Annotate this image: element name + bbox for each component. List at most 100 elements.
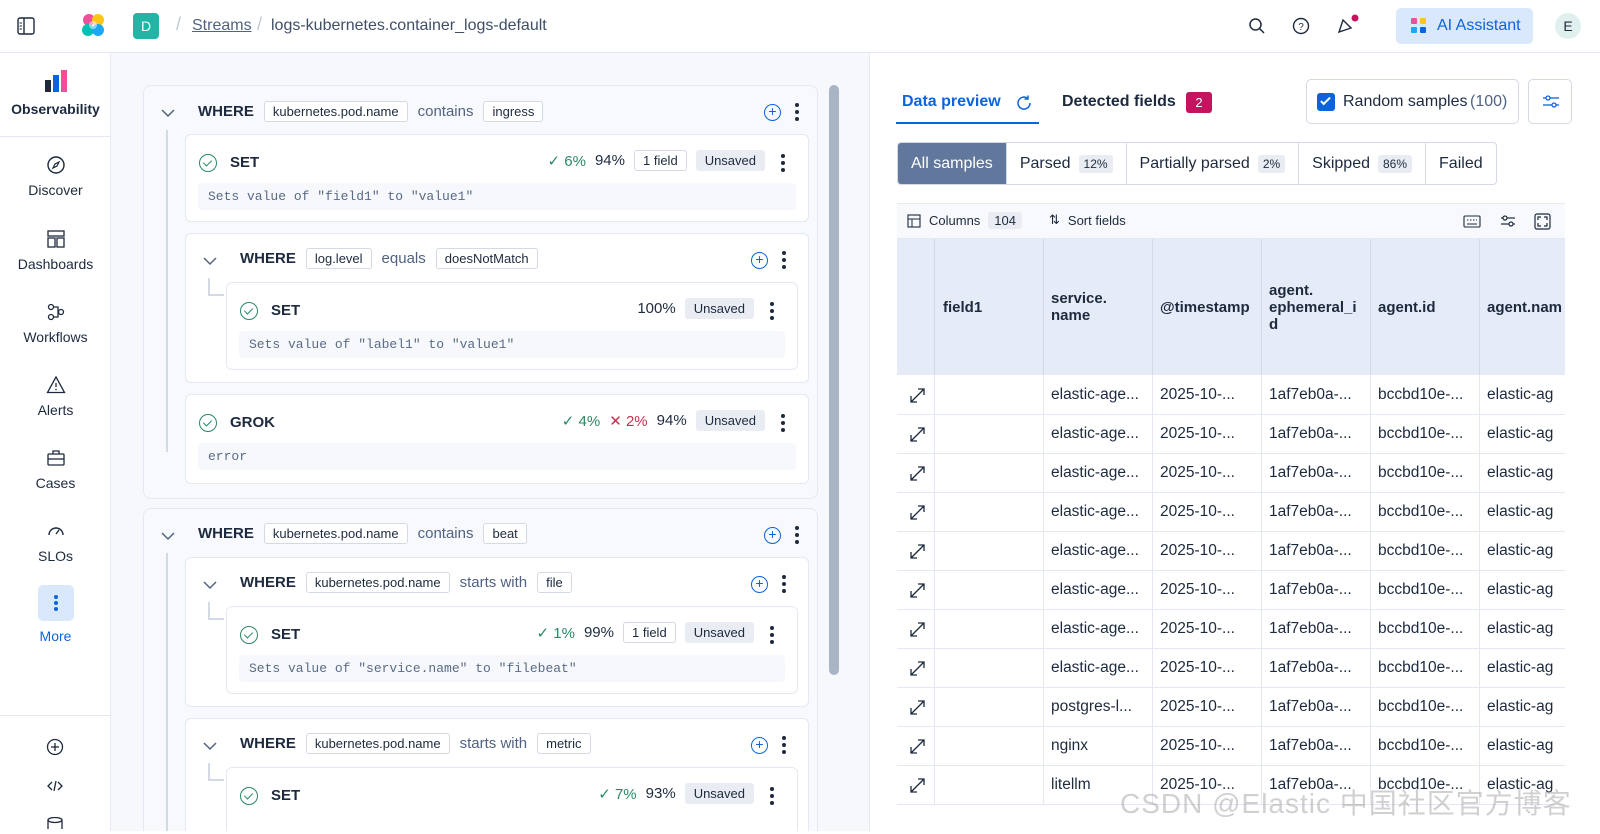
add-processor-icon[interactable]: + xyxy=(751,576,768,593)
column-header[interactable]: agent.nam xyxy=(1480,239,1570,375)
table-row[interactable]: elastic-age... 2025-10-... 1af7eb0a-... bcc… xyxy=(897,570,1565,610)
add-circle-icon[interactable] xyxy=(46,738,64,756)
table-cell[interactable]: elastic-ag xyxy=(1480,687,1570,727)
settings-sliders-icon[interactable] xyxy=(1528,79,1572,124)
add-processor-icon[interactable]: + xyxy=(751,737,768,754)
tab-data-preview[interactable]: Data preview xyxy=(896,81,1039,124)
help-icon[interactable]: ? xyxy=(1292,17,1310,35)
table-row[interactable]: elastic-age... 2025-10-... 1af7eb0a-... bcc… xyxy=(897,648,1565,688)
condition-field[interactable]: kubernetes.pod.name xyxy=(305,733,450,754)
more-actions-icon[interactable] xyxy=(770,787,774,808)
table-cell[interactable] xyxy=(935,609,1044,649)
condition-value[interactable]: metric xyxy=(537,733,591,754)
columns-button[interactable]: Columns 104 xyxy=(907,212,1022,229)
table-cell[interactable]: elastic-age... xyxy=(1044,375,1153,415)
column-header[interactable]: @timestamp xyxy=(1153,239,1262,375)
news-feed-icon[interactable] xyxy=(1336,14,1360,36)
checkbox-checked-icon[interactable] xyxy=(1317,93,1335,111)
more-actions-icon[interactable] xyxy=(795,103,799,124)
column-header[interactable]: service. name xyxy=(1044,239,1153,375)
table-cell[interactable]: 2025-10-... xyxy=(1153,726,1262,766)
sort-fields-button[interactable]: ⇅ Sort fields xyxy=(1049,212,1126,228)
table-cell[interactable]: 1af7eb0a-... xyxy=(1262,726,1371,766)
table-cell[interactable] xyxy=(935,687,1044,727)
filter-all-samples[interactable]: All samples xyxy=(898,143,1007,184)
expand-icon[interactable] xyxy=(909,738,926,755)
table-cell[interactable]: elastic-age... xyxy=(1044,492,1153,532)
table-cell[interactable]: bccbd10e-... xyxy=(1371,453,1480,493)
table-cell[interactable] xyxy=(935,492,1044,532)
table-cell[interactable]: elastic-ag xyxy=(1480,453,1570,493)
table-cell[interactable]: elastic-ag xyxy=(1480,375,1570,415)
table-cell[interactable]: elastic-ag xyxy=(1480,648,1570,688)
table-cell[interactable]: bccbd10e-... xyxy=(1371,531,1480,571)
column-header[interactable]: field1 xyxy=(935,239,1044,375)
table-cell[interactable]: 1af7eb0a-... xyxy=(1262,609,1371,649)
expand-icon[interactable] xyxy=(909,387,926,404)
table-cell[interactable]: elastic-age... xyxy=(1044,531,1153,571)
table-cell[interactable]: 2025-10-... xyxy=(1153,375,1262,415)
table-cell[interactable]: bccbd10e-... xyxy=(1371,687,1480,727)
table-cell[interactable]: 2025-10-... xyxy=(1153,492,1262,532)
expand-icon[interactable] xyxy=(909,699,926,716)
filter-partially-parsed[interactable]: Partially parsed 2% xyxy=(1127,143,1300,184)
processor-card[interactable]: SET ✓ 7% 93% Unsaved xyxy=(226,767,798,831)
table-cell[interactable]: elastic-age... xyxy=(1044,609,1153,649)
more-actions-icon[interactable] xyxy=(782,736,786,757)
table-cell[interactable] xyxy=(935,453,1044,493)
sidebar-item-cases[interactable]: Cases xyxy=(0,448,111,491)
table-cell[interactable]: 2025-10-... xyxy=(1153,414,1262,454)
table-cell[interactable]: 2025-10-... xyxy=(1153,531,1262,571)
more-actions-icon[interactable] xyxy=(781,414,785,435)
more-actions-icon[interactable] xyxy=(770,626,774,647)
processor-card[interactable]: SET ✓ 1% 99% 1 field Unsaved Sets value … xyxy=(226,606,798,694)
more-actions-icon[interactable] xyxy=(781,154,785,175)
table-row[interactable]: elastic-age... 2025-10-... 1af7eb0a-... bcc… xyxy=(897,453,1565,493)
add-processor-icon[interactable]: + xyxy=(764,104,781,121)
table-row[interactable]: nginx 2025-10-... 1af7eb0a-... bccbd10e-...… xyxy=(897,726,1565,766)
sidebar-item-dashboards[interactable]: Dashboards xyxy=(0,229,111,272)
more-actions-icon[interactable] xyxy=(782,251,786,272)
add-processor-icon[interactable]: + xyxy=(764,527,781,544)
condition-value[interactable]: ingress xyxy=(483,101,544,122)
table-cell[interactable]: 2025-10-... xyxy=(1153,570,1262,610)
condition-field[interactable]: kubernetes.pod.name xyxy=(305,572,450,593)
expand-icon[interactable] xyxy=(909,660,926,677)
table-cell[interactable]: elastic-ag xyxy=(1480,492,1570,532)
table-cell[interactable]: elastic-ag xyxy=(1480,726,1570,766)
database-icon[interactable] xyxy=(46,816,64,831)
table-cell[interactable]: elastic-age... xyxy=(1044,648,1153,688)
table-cell[interactable]: 2025-10-... xyxy=(1153,687,1262,727)
tab-detected-fields[interactable]: Detected fields 2 xyxy=(1062,81,1222,124)
expand-icon[interactable] xyxy=(909,504,926,521)
table-cell[interactable]: bccbd10e-... xyxy=(1371,570,1480,610)
table-cell[interactable]: 1af7eb0a-... xyxy=(1262,570,1371,610)
table-cell[interactable]: postgres-l... xyxy=(1044,687,1153,727)
table-cell[interactable]: bccbd10e-... xyxy=(1371,609,1480,649)
table-cell[interactable]: bccbd10e-... xyxy=(1371,414,1480,454)
table-cell[interactable] xyxy=(935,726,1044,766)
table-cell[interactable] xyxy=(935,375,1044,415)
table-cell[interactable] xyxy=(935,414,1044,454)
table-row[interactable]: elastic-age... 2025-10-... 1af7eb0a-... bcc… xyxy=(897,375,1565,415)
table-cell[interactable] xyxy=(935,648,1044,688)
table-cell[interactable]: bccbd10e-... xyxy=(1371,492,1480,532)
fullscreen-icon[interactable] xyxy=(1534,213,1551,230)
scrollbar[interactable] xyxy=(829,85,839,675)
table-cell[interactable]: elastic-ag xyxy=(1480,531,1570,571)
ai-assistant-button[interactable]: AI Assistant xyxy=(1396,8,1533,44)
processor-card[interactable]: SET ✓ 6% 94% 1 field Unsaved Sets value … xyxy=(185,134,809,222)
table-cell[interactable]: elastic-age... xyxy=(1044,414,1153,454)
table-cell[interactable] xyxy=(935,765,1044,805)
search-icon[interactable] xyxy=(1248,17,1266,35)
table-cell[interactable]: elastic-age... xyxy=(1044,570,1153,610)
table-cell[interactable]: 1af7eb0a-... xyxy=(1262,492,1371,532)
filter-failed[interactable]: Failed xyxy=(1426,143,1496,184)
sidebar-toggle-icon[interactable] xyxy=(17,17,35,35)
table-cell[interactable]: elastic-ag xyxy=(1480,570,1570,610)
filter-parsed[interactable]: Parsed 12% xyxy=(1007,143,1127,184)
space-avatar[interactable]: D xyxy=(133,13,159,39)
sidebar-item-slos[interactable]: SLOs xyxy=(0,521,111,564)
table-cell[interactable]: bccbd10e-... xyxy=(1371,726,1480,766)
table-row[interactable]: elastic-age... 2025-10-... 1af7eb0a-... bcc… xyxy=(897,609,1565,649)
